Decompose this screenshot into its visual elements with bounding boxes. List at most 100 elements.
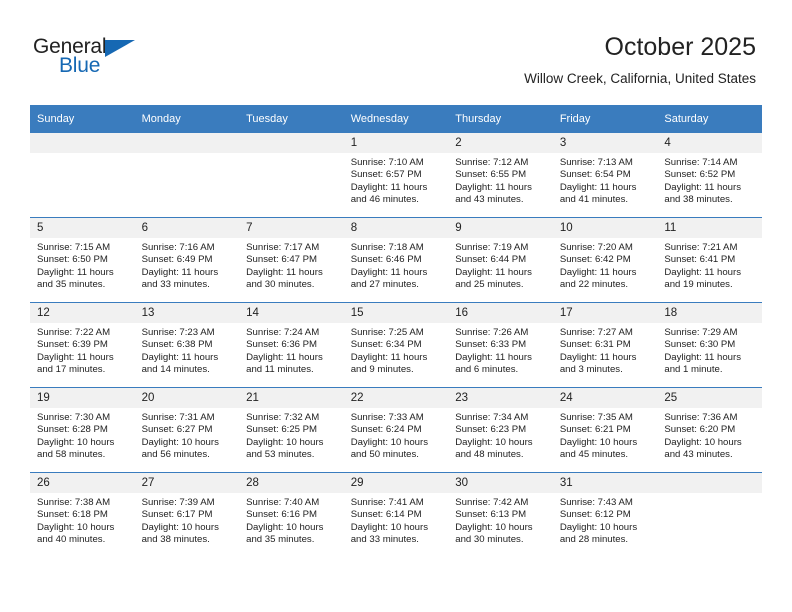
daylight-text: Daylight: 11 hours and 9 minutes.	[350, 351, 428, 376]
calendar-cell-inner	[134, 133, 240, 217]
calendar-day-cell[interactable]: 8 Sunrise: 7:18 AM Sunset: 6:46 PM Daylight…	[343, 217, 449, 303]
weekday-header-thursday: Thursday	[448, 105, 553, 133]
daylight-text: Daylight: 11 hours and 1 minute.	[664, 351, 741, 376]
sunrise-text: Sunrise: 7:19 AM	[455, 242, 529, 253]
day-details: Sunrise: 7:20 AM Sunset: 6:42 PM Daylight:…	[553, 238, 658, 292]
sunset-text: Sunset: 6:36 PM	[246, 339, 318, 351]
calendar-day-cell[interactable]: 18 Sunrise: 7:29 AM Sunset: 6:30 PM Dayligh…	[657, 302, 762, 388]
calendar-day-cell[interactable]: 27 Sunrise: 7:39 AM Sunset: 6:17 PM Dayligh…	[134, 472, 240, 557]
daylight-text: Daylight: 10 hours and 35 minutes.	[246, 521, 324, 546]
calendar-week-row: 12 Sunrise: 7:22 AM Sunset: 6:39 PM Dayligh…	[30, 302, 762, 388]
calendar-day-cell[interactable]: 23 Sunrise: 7:34 AM Sunset: 6:23 PM Dayligh…	[448, 387, 553, 473]
weekday-header-tuesday: Tuesday	[239, 105, 344, 133]
calendar-day-cell[interactable]: 10 Sunrise: 7:20 AM Sunset: 6:42 PM Dayligh…	[552, 217, 658, 303]
sunset-text: Sunset: 6:30 PM	[664, 339, 736, 351]
calendar-cell-inner: 5 Sunrise: 7:15 AM Sunset: 6:50 PM Daylight…	[30, 218, 135, 302]
calendar-day-cell[interactable]: 29 Sunrise: 7:41 AM Sunset: 6:14 PM Dayligh…	[343, 472, 449, 557]
calendar-day-cell[interactable]: 22 Sunrise: 7:33 AM Sunset: 6:24 PM Dayligh…	[343, 387, 449, 473]
calendar-day-cell[interactable]: 26 Sunrise: 7:38 AM Sunset: 6:18 PM Dayligh…	[30, 472, 135, 557]
daylight-text: Daylight: 11 hours and 6 minutes.	[455, 351, 532, 376]
title-block: October 2025 Willow Creek, California, U…	[524, 32, 756, 87]
calendar-day-cell[interactable]: 5 Sunrise: 7:15 AM Sunset: 6:50 PM Daylight…	[30, 217, 135, 303]
weekday-header-sunday: Sunday	[30, 105, 135, 133]
sunrise-text: Sunrise: 7:12 AM	[455, 157, 529, 168]
calendar-cell-empty	[134, 133, 240, 218]
calendar-cell-inner: 15 Sunrise: 7:25 AM Sunset: 6:34 PM Dayligh…	[343, 303, 449, 387]
calendar-day-cell[interactable]: 19 Sunrise: 7:30 AM Sunset: 6:28 PM Dayligh…	[30, 387, 135, 473]
calendar-cell-inner: 9 Sunrise: 7:19 AM Sunset: 6:44 PM Daylight…	[448, 218, 553, 302]
calendar-day-cell[interactable]: 31 Sunrise: 7:43 AM Sunset: 6:12 PM Dayligh…	[552, 472, 658, 557]
weekday-header-wednesday: Wednesday	[343, 105, 449, 133]
sunrise-text: Sunrise: 7:13 AM	[559, 157, 633, 168]
sunset-text: Sunset: 6:42 PM	[559, 254, 631, 266]
calendar-cell-inner	[657, 473, 762, 557]
day-details: Sunrise: 7:32 AM Sunset: 6:25 PM Daylight:…	[239, 408, 344, 462]
calendar-day-cell[interactable]: 9 Sunrise: 7:19 AM Sunset: 6:44 PM Daylight…	[448, 217, 553, 303]
sunrise-text: Sunrise: 7:15 AM	[37, 242, 111, 253]
day-number: 20	[134, 388, 240, 408]
page-subtitle: Willow Creek, California, United States	[524, 71, 756, 86]
daylight-text: Daylight: 11 hours and 11 minutes.	[246, 351, 323, 376]
general-blue-logo[interactable]: General Blue	[33, 36, 153, 82]
day-details: Sunrise: 7:42 AM Sunset: 6:13 PM Daylight:…	[448, 493, 553, 547]
calendar-day-cell[interactable]: 11 Sunrise: 7:21 AM Sunset: 6:41 PM Dayligh…	[657, 217, 762, 303]
sunset-text: Sunset: 6:39 PM	[37, 339, 108, 351]
calendar-table: Sunday Monday Tuesday Wednesday Thursday…	[30, 105, 762, 557]
sunset-text: Sunset: 6:41 PM	[664, 254, 736, 266]
day-details: Sunrise: 7:17 AM Sunset: 6:47 PM Daylight:…	[239, 238, 344, 292]
daylight-text: Daylight: 11 hours and 27 minutes.	[350, 266, 428, 291]
day-number: 16	[448, 303, 553, 323]
calendar-cell-empty	[657, 472, 762, 557]
calendar-page: General Blue October 2025 Willow Creek, …	[0, 0, 792, 612]
calendar-day-cell[interactable]: 14 Sunrise: 7:24 AM Sunset: 6:36 PM Dayligh…	[239, 302, 344, 388]
day-details: Sunrise: 7:24 AM Sunset: 6:36 PM Daylight:…	[239, 323, 344, 377]
calendar-day-cell[interactable]: 24 Sunrise: 7:35 AM Sunset: 6:21 PM Dayligh…	[552, 387, 658, 473]
calendar-day-cell[interactable]: 1 Sunrise: 7:10 AM Sunset: 6:57 PM Daylight…	[343, 133, 449, 218]
calendar-day-cell[interactable]: 15 Sunrise: 7:25 AM Sunset: 6:34 PM Dayligh…	[343, 302, 449, 388]
day-number: 22	[343, 388, 449, 408]
calendar-day-cell[interactable]: 25 Sunrise: 7:36 AM Sunset: 6:20 PM Dayligh…	[657, 387, 762, 473]
day-details: Sunrise: 7:25 AM Sunset: 6:34 PM Daylight:…	[344, 323, 449, 377]
calendar-day-cell[interactable]: 13 Sunrise: 7:23 AM Sunset: 6:38 PM Dayligh…	[134, 302, 240, 388]
day-number: 27	[134, 473, 240, 493]
calendar-cell-inner: 20 Sunrise: 7:31 AM Sunset: 6:27 PM Dayligh…	[134, 388, 240, 472]
day-details: Sunrise: 7:36 AM Sunset: 6:20 PM Daylight:…	[657, 408, 762, 462]
daylight-text: Daylight: 10 hours and 58 minutes.	[37, 436, 115, 461]
day-number: 24	[552, 388, 658, 408]
sunset-text: Sunset: 6:34 PM	[350, 339, 422, 351]
day-number: 9	[448, 218, 553, 238]
sunrise-text: Sunrise: 7:41 AM	[350, 497, 424, 508]
calendar-day-cell[interactable]: 12 Sunrise: 7:22 AM Sunset: 6:39 PM Dayligh…	[30, 302, 135, 388]
calendar-day-cell[interactable]: 7 Sunrise: 7:17 AM Sunset: 6:47 PM Daylight…	[239, 217, 344, 303]
calendar-day-cell[interactable]: 17 Sunrise: 7:27 AM Sunset: 6:31 PM Dayligh…	[552, 302, 658, 388]
sunrise-text: Sunrise: 7:23 AM	[141, 327, 215, 338]
sunrise-text: Sunrise: 7:20 AM	[559, 242, 633, 253]
calendar-body: 1 Sunrise: 7:10 AM Sunset: 6:57 PM Daylight…	[30, 133, 762, 557]
calendar-day-cell[interactable]: 20 Sunrise: 7:31 AM Sunset: 6:27 PM Dayligh…	[134, 387, 240, 473]
calendar-day-cell[interactable]: 28 Sunrise: 7:40 AM Sunset: 6:16 PM Dayligh…	[239, 472, 344, 557]
calendar-cell-empty	[239, 133, 344, 218]
day-number: 8	[343, 218, 449, 238]
sunset-text: Sunset: 6:55 PM	[455, 169, 527, 181]
daylight-text: Daylight: 11 hours and 30 minutes.	[246, 266, 323, 291]
day-details: Sunrise: 7:16 AM Sunset: 6:49 PM Daylight:…	[135, 238, 240, 292]
calendar-day-cell[interactable]: 2 Sunrise: 7:12 AM Sunset: 6:55 PM Daylight…	[448, 133, 553, 218]
day-number: 25	[657, 388, 762, 408]
calendar-day-cell[interactable]: 6 Sunrise: 7:16 AM Sunset: 6:49 PM Daylight…	[134, 217, 240, 303]
sunrise-text: Sunrise: 7:43 AM	[559, 497, 633, 508]
sunset-text: Sunset: 6:31 PM	[559, 339, 631, 351]
calendar-day-cell[interactable]: 4 Sunrise: 7:14 AM Sunset: 6:52 PM Daylight…	[657, 133, 762, 218]
calendar-day-cell[interactable]: 30 Sunrise: 7:42 AM Sunset: 6:13 PM Dayligh…	[448, 472, 553, 557]
calendar-cell-inner: 12 Sunrise: 7:22 AM Sunset: 6:39 PM Dayligh…	[30, 303, 135, 387]
calendar-day-cell[interactable]: 21 Sunrise: 7:32 AM Sunset: 6:25 PM Dayligh…	[239, 387, 344, 473]
sunset-text: Sunset: 6:17 PM	[141, 509, 213, 521]
calendar-day-cell[interactable]: 16 Sunrise: 7:26 AM Sunset: 6:33 PM Dayligh…	[448, 302, 553, 388]
calendar-day-cell[interactable]: 3 Sunrise: 7:13 AM Sunset: 6:54 PM Daylight…	[552, 133, 658, 218]
day-details: Sunrise: 7:38 AM Sunset: 6:18 PM Daylight:…	[30, 493, 135, 547]
day-number: 29	[343, 473, 449, 493]
day-number: 19	[30, 388, 135, 408]
sunset-text: Sunset: 6:27 PM	[141, 424, 213, 436]
sunset-text: Sunset: 6:46 PM	[350, 254, 422, 266]
day-details: Sunrise: 7:26 AM Sunset: 6:33 PM Daylight:…	[448, 323, 553, 377]
sunset-text: Sunset: 6:52 PM	[664, 169, 736, 181]
